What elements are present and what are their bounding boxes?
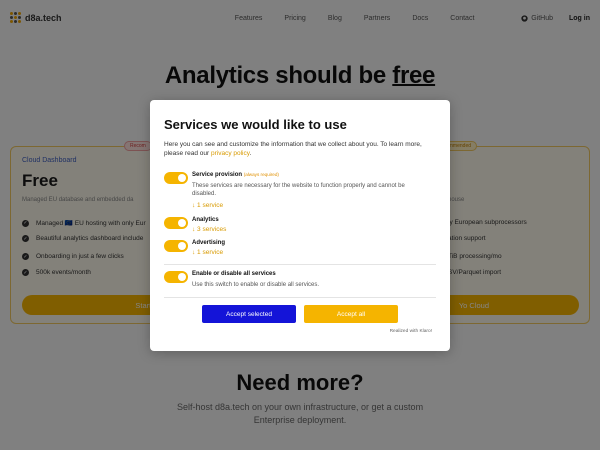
privacy-policy-link[interactable]: privacy policy xyxy=(211,150,250,157)
toggle-all-switch[interactable] xyxy=(164,271,188,283)
service-count-link[interactable]: ↓ 1 service xyxy=(192,249,223,256)
consent-intro-text: Here you can see and customize the infor… xyxy=(164,141,422,158)
service-description: These services are necessary for the web… xyxy=(192,183,405,198)
service-provision-toggle[interactable] xyxy=(164,172,188,184)
toggle-all-description: Use this switch to enable or disable all… xyxy=(192,282,320,288)
service-provision-row: Service provision (always required) Thes… xyxy=(164,172,434,212)
service-name: Advertising xyxy=(192,240,226,246)
advertising-toggle[interactable] xyxy=(164,240,188,252)
toggle-all-label: Enable or disable all services xyxy=(192,271,276,277)
service-name: Service provision (always required) xyxy=(192,172,279,178)
toggle-all-row: Enable or disable all services Use this … xyxy=(164,271,434,291)
consent-intro-end: . xyxy=(249,150,252,158)
service-count-link[interactable]: ↓ 3 services xyxy=(192,226,226,233)
accept-selected-button[interactable]: Accept selected xyxy=(202,305,296,323)
consent-title: Services we would like to use xyxy=(164,117,347,132)
consent-intro: Here you can see and customize the infor… xyxy=(164,140,436,159)
divider xyxy=(164,264,436,265)
consent-dialog: Services we would like to use Here you c… xyxy=(150,100,450,351)
service-name-text: Service provision xyxy=(192,172,243,178)
service-count-link[interactable]: ↓ 1 service xyxy=(192,202,223,209)
analytics-toggle[interactable] xyxy=(164,217,188,229)
advertising-row: Advertising ↓ 1 service xyxy=(164,240,434,260)
accept-all-button[interactable]: Accept all xyxy=(304,305,398,323)
klaro-credit-link[interactable]: Realized with Klaro! xyxy=(390,329,432,334)
required-badge: (always required) xyxy=(243,172,279,177)
service-name: Analytics xyxy=(192,217,219,223)
divider xyxy=(164,297,436,298)
analytics-row: Analytics ↓ 3 services xyxy=(164,217,434,237)
